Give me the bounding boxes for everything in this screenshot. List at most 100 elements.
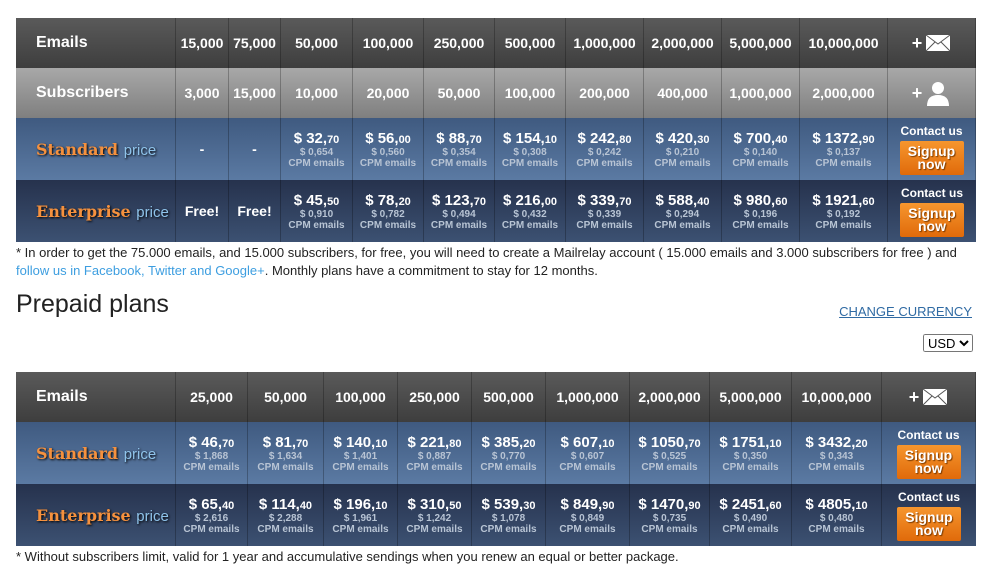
price-cell: $ 45,50 $ 0,910 CPM emails [281, 180, 353, 242]
emails-icon-cell: + [888, 18, 976, 68]
price-cell: $ 196,10 $ 1,961 CPM emails [324, 484, 398, 546]
price-cell: $ 2451,60 $ 0,490 CPM emails [710, 484, 792, 546]
price-cell: $ 1921,60 $ 0,192 CPM emails [800, 180, 888, 242]
price-cell: $ 607,10 $ 0,607 CPM emails [546, 422, 630, 484]
subscribers-header: Subscribers [16, 68, 176, 118]
user-icon: + [912, 80, 952, 106]
signup-now-button[interactable]: Signup now [897, 506, 961, 541]
price-cell: $ 114,40 $ 2,288 CPM emails [248, 484, 324, 546]
emails-volume: 10,000,000 [792, 372, 882, 422]
emails-volume: 100,000 [353, 18, 424, 68]
signup-cell: Contact us Signup now [882, 422, 976, 484]
price-cell: - [176, 118, 229, 180]
emails-volume: 5,000,000 [710, 372, 792, 422]
price-cell: $ 385,20 $ 0,770 CPM emails [472, 422, 546, 484]
subscribers-count: 3,000 [176, 68, 229, 118]
signup-now-button[interactable]: Signup now [896, 444, 961, 479]
price-cell: $ 140,10 $ 1,401 CPM emails [324, 422, 398, 484]
subscribers-count: 1,000,000 [722, 68, 800, 118]
subscribers-icon-cell: + [888, 68, 976, 118]
contact-us-label: Contact us [897, 427, 960, 442]
emails-volume: 15,000 [176, 18, 229, 68]
price-cell: $ 539,30 $ 1,078 CPM emails [472, 484, 546, 546]
plan-name-enterprise: Enterprise price [16, 484, 176, 546]
plan-name-enterprise: Enterprise price [16, 180, 176, 242]
price-cell: $ 81,70 $ 1,634 CPM emails [248, 422, 324, 484]
price-cell: $ 123,70 $ 0,494 CPM emails [424, 180, 495, 242]
price-cell: Free! [229, 180, 281, 242]
subscribers-count: 20,000 [353, 68, 424, 118]
email-icon: + [912, 33, 952, 54]
signup-now-button[interactable]: Signup now [899, 140, 964, 175]
emails-volume: 50,000 [281, 18, 353, 68]
price-cell: $ 65,40 $ 2,616 CPM emails [176, 484, 248, 546]
page-title: Prepaid plans [16, 290, 169, 318]
emails-volume: 5,000,000 [722, 18, 800, 68]
emails-volume: 10,000,000 [800, 18, 888, 68]
price-cell: $ 78,20 $ 0,782 CPM emails [353, 180, 424, 242]
subscribers-count: 50,000 [424, 68, 495, 118]
price-cell: $ 849,90 $ 0,849 CPM emails [546, 484, 630, 546]
price-cell: $ 310,50 $ 1,242 CPM emails [398, 484, 472, 546]
contact-us-label: Contact us [897, 489, 960, 504]
emails-volume: 250,000 [424, 18, 495, 68]
emails-volume: 2,000,000 [644, 18, 722, 68]
contact-us-label: Contact us [900, 123, 963, 138]
prepaid-pricing-table: Emails 25,000 50,000 100,000 250,000 500,000 1… [16, 372, 976, 546]
follow-us-link[interactable]: follow us in Facebook, Twitter and Googl… [16, 263, 265, 278]
price-cell: $ 588,40 $ 0,294 CPM emails [644, 180, 722, 242]
signup-now-button[interactable]: Signup now [900, 202, 964, 237]
monthly-pricing-table: Emails 15,000 75,000 50,000 100,000 250,000 50… [16, 18, 976, 242]
price-cell: Free! [176, 180, 229, 242]
price-cell: $ 1470,90 $ 0,735 CPM emails [630, 484, 710, 546]
price-cell: $ 4805,10 $ 0,480 CPM emails [792, 484, 882, 546]
price-cell: $ 46,70 $ 1,868 CPM emails [176, 422, 248, 484]
signup-cell: Contact us Signup now [888, 180, 976, 242]
price-cell: $ 221,80 $ 0,887 CPM emails [398, 422, 472, 484]
plan-name-standard: Standard price [16, 422, 176, 484]
emails-volume: 100,000 [324, 372, 398, 422]
emails-volume: 75,000 [229, 18, 281, 68]
price-cell: $ 216,00 $ 0,432 CPM emails [495, 180, 566, 242]
price-cell: $ 56,00 $ 0,560 CPM emails [353, 118, 424, 180]
price-cell: $ 242,80 $ 0,242 CPM emails [566, 118, 644, 180]
emails-volume: 500,000 [472, 372, 546, 422]
emails-volume: 50,000 [248, 372, 324, 422]
price-cell: $ 980,60 $ 0,196 CPM emails [722, 180, 800, 242]
subscribers-count: 100,000 [495, 68, 566, 118]
prepaid-note: * Without subscribers limit, valid for 1… [16, 549, 679, 564]
subscribers-count: 200,000 [566, 68, 644, 118]
contact-us-label: Contact us [900, 185, 963, 200]
emails-volume: 25,000 [176, 372, 248, 422]
subscribers-count: 2,000,000 [800, 68, 888, 118]
price-cell: $ 1372,90 $ 0,137 CPM emails [800, 118, 888, 180]
price-cell: $ 32,70 $ 0,654 CPM emails [281, 118, 353, 180]
emails-volume: 1,000,000 [566, 18, 644, 68]
price-cell: $ 154,10 $ 0,308 CPM emails [495, 118, 566, 180]
email-icon: + [909, 387, 949, 408]
emails-volume: 500,000 [495, 18, 566, 68]
price-cell: $ 1751,10 $ 0,350 CPM emails [710, 422, 792, 484]
price-cell: $ 88,70 $ 0,354 CPM emails [424, 118, 495, 180]
currency-select[interactable]: USD [923, 334, 973, 352]
price-cell: - [229, 118, 281, 180]
subscribers-count: 15,000 [229, 68, 281, 118]
subscribers-count: 400,000 [644, 68, 722, 118]
subscribers-count: 10,000 [281, 68, 353, 118]
monthly-note: * In order to get the 75.000 emails, and… [16, 245, 957, 278]
price-cell: $ 339,70 $ 0,339 CPM emails [566, 180, 644, 242]
price-cell: $ 3432,20 $ 0,343 CPM emails [792, 422, 882, 484]
price-cell: $ 420,30 $ 0,210 CPM emails [644, 118, 722, 180]
emails-header: Emails [16, 18, 176, 68]
emails-header: Emails [16, 372, 176, 422]
price-cell: $ 1050,70 $ 0,525 CPM emails [630, 422, 710, 484]
signup-cell: Contact us Signup now [888, 118, 976, 180]
signup-cell: Contact us Signup now [882, 484, 976, 546]
price-cell: $ 700,40 $ 0,140 CPM emails [722, 118, 800, 180]
emails-icon-cell: + [882, 372, 976, 422]
plan-name-standard: Standard price [16, 118, 176, 180]
emails-volume: 250,000 [398, 372, 472, 422]
change-currency-link[interactable]: CHANGE CURRENCY [839, 304, 972, 319]
emails-volume: 2,000,000 [630, 372, 710, 422]
emails-volume: 1,000,000 [546, 372, 630, 422]
